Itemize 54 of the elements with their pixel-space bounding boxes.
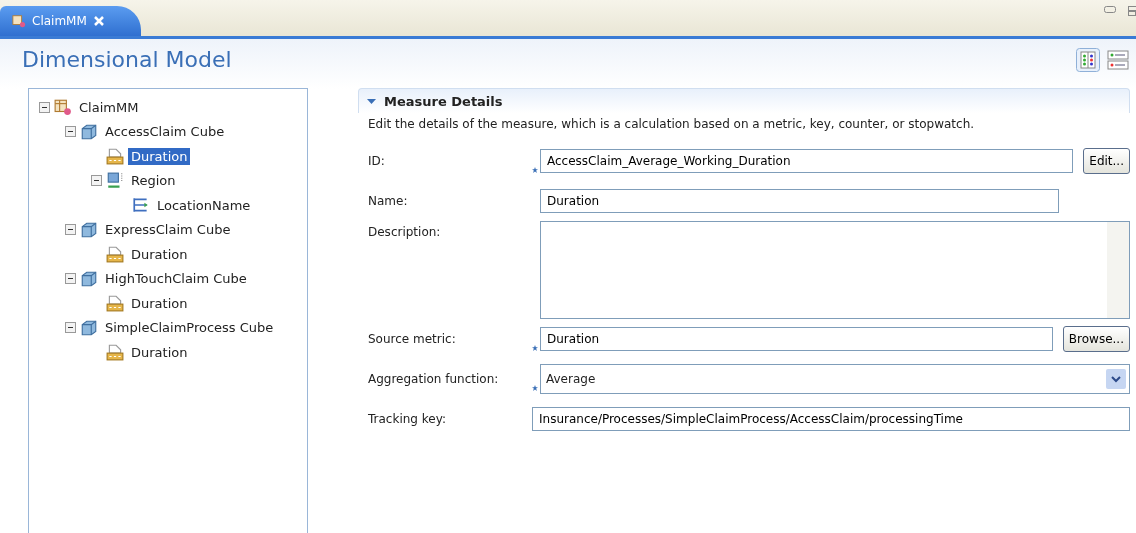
editor-tab[interactable]: ClaimMM <box>0 6 141 36</box>
tree-item[interactable]: Duration <box>128 343 191 361</box>
collapse-icon[interactable] <box>39 101 50 113</box>
measure-icon <box>106 294 124 313</box>
collapse-icon[interactable] <box>65 273 76 285</box>
cube-icon <box>80 122 98 141</box>
tree-item[interactable]: AccessClaim Cube <box>102 123 228 141</box>
scrollbar[interactable] <box>1107 222 1129 318</box>
close-icon[interactable] <box>92 15 105 27</box>
measure-icon <box>106 147 124 166</box>
tree-item[interactable]: Duration <box>128 147 191 165</box>
section-title: Measure Details <box>384 93 503 109</box>
tree-item[interactable]: ExpressClaim Cube <box>102 221 234 239</box>
dropdown[interactable]: Average <box>540 364 1130 394</box>
collapse-icon[interactable] <box>65 126 76 138</box>
tree-item[interactable]: HighTouchClaim Cube <box>102 270 250 288</box>
restore-icon[interactable] <box>1128 6 1136 16</box>
field-label: Tracking key: <box>368 412 447 426</box>
cube-icon <box>80 220 98 239</box>
text-area[interactable] <box>540 221 1130 319</box>
section-description: Edit the details of the measure, which is a calculation based on a metric, key, counter, or stopwatch. <box>368 117 976 131</box>
field-label: Source metric: <box>368 332 457 346</box>
level-icon <box>132 196 150 215</box>
tree-item[interactable]: LocationName <box>154 196 254 214</box>
page-title: Dimensional Model <box>22 47 232 72</box>
field-label: ID: <box>368 154 386 168</box>
tree-item[interactable]: Duration <box>128 245 191 263</box>
tree-item[interactable]: Duration <box>128 294 191 312</box>
section-header[interactable]: Measure Details <box>358 88 1130 113</box>
field-button[interactable]: Edit... <box>1083 148 1130 174</box>
collapse-icon[interactable] <box>65 322 76 334</box>
text-field[interactable]: Insurance/Processes/SimpleClaimProcess/AccessClaim/processingTime <box>532 407 1130 431</box>
model-icon <box>12 14 26 28</box>
cube-icon <box>80 269 98 288</box>
columns-view-icon[interactable] <box>1076 47 1100 72</box>
text-field[interactable]: Duration <box>540 189 1059 213</box>
measure-icon <box>106 343 124 362</box>
dimension-icon <box>106 171 124 190</box>
field-button[interactable]: Browse... <box>1062 326 1130 352</box>
text-field[interactable]: AccessClaim_Average_Working_Duration <box>540 149 1074 173</box>
measure-icon <box>106 245 124 264</box>
collapse-icon[interactable] <box>65 224 76 236</box>
collapse-icon[interactable] <box>91 175 102 187</box>
minimize-icon[interactable] <box>1104 6 1116 14</box>
field-label: Description: <box>368 225 442 239</box>
model-icon <box>54 98 72 117</box>
field-label: Name: <box>368 194 409 208</box>
cube-icon <box>80 318 98 337</box>
field-label: Aggregation function: <box>368 372 500 386</box>
tree-item[interactable]: ClaimMM <box>76 98 142 116</box>
tree-item[interactable]: Region <box>128 172 179 190</box>
tree-item[interactable]: SimpleClaimProcess Cube <box>102 319 277 337</box>
text-field[interactable]: Duration <box>540 327 1053 351</box>
dropdown-icon[interactable] <box>1106 369 1126 389</box>
